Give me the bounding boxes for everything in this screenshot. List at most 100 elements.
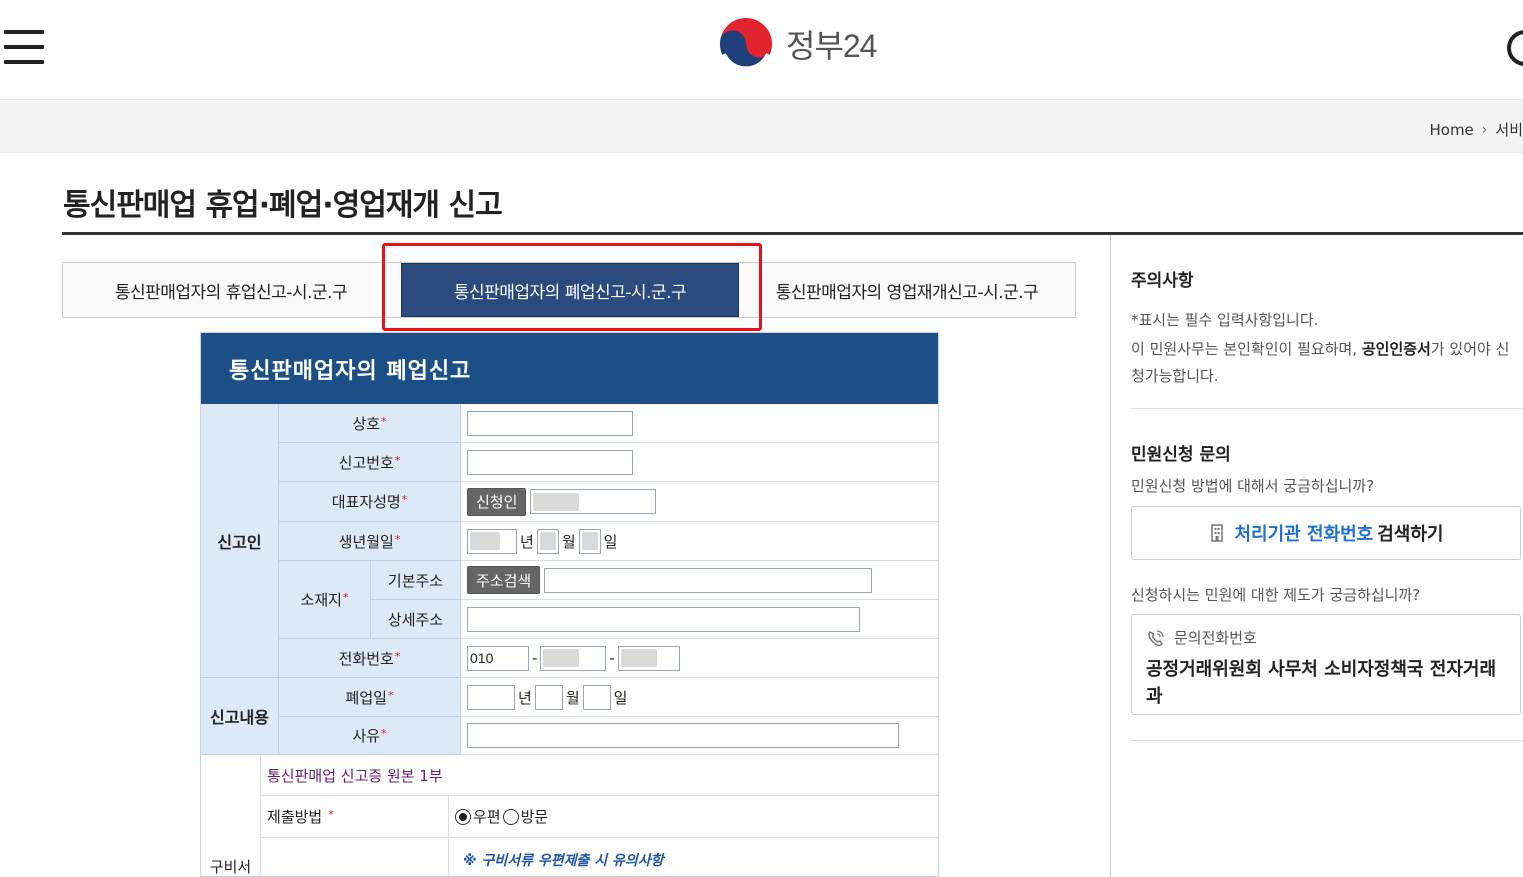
tab-resumption[interactable]: 통신판매업자의 영업재개신고-시.군.구 — [739, 263, 1075, 317]
report-number-input[interactable] — [467, 449, 633, 475]
agency-phone-search-button[interactable]: 처리기관 전화번호 검색하기 — [1131, 506, 1521, 560]
site-logo[interactable]: 정부24 — [716, 14, 877, 74]
cert-highlight: 공인인증서 — [1361, 340, 1431, 358]
masked-value — [470, 532, 500, 550]
breadcrumb-bar: Home › 서비 — [0, 101, 1523, 153]
label-birth: 생년월일 * — [279, 522, 461, 561]
applicant-button[interactable]: 신청인 — [467, 487, 527, 516]
menu-icon[interactable] — [4, 30, 44, 66]
phone-separator: - — [609, 649, 615, 667]
field-reason — [461, 717, 938, 755]
field-phone: 010 - - — [461, 639, 938, 678]
page-title: 통신판매업 휴업·폐업·영업재개 신고 — [63, 188, 503, 223]
sidebar-divider — [1110, 235, 1111, 877]
contact-label-row: 문의전화번호 — [1146, 627, 1506, 648]
contact-box: 문의전화번호 공정거래위원회 사무처 소비자정책국 전자거래과 — [1131, 614, 1521, 715]
birth-year-input[interactable] — [467, 528, 517, 554]
closure-form: 통신판매업자의 폐업신고 신고인 신고내용 구비서 상호 * 신고번호 * 대표자성… — [200, 332, 939, 877]
required-mark: * — [381, 414, 387, 428]
breadcrumb-home[interactable]: Home — [1429, 121, 1473, 139]
label-text: 생년월일 — [338, 532, 394, 551]
radio-post[interactable] — [455, 808, 471, 825]
tab-suspension[interactable]: 통신판매업자의 휴업신고-시.군.구 — [63, 263, 399, 317]
contact-label: 문의전화번호 — [1174, 629, 1257, 647]
sidebar-rule — [1131, 408, 1523, 409]
basic-address-input[interactable] — [544, 567, 873, 593]
reason-input[interactable] — [467, 723, 899, 748]
trade-name-input[interactable] — [467, 410, 633, 436]
label-text: 사유 — [352, 727, 381, 745]
label-phone: 전화번호 * — [279, 639, 461, 678]
chevron-right-icon: › — [1481, 121, 1488, 138]
system-question: 신청하시는 민원에 대한 제도가 궁금하십니까? — [1131, 586, 1421, 604]
unit-month: 월 — [561, 532, 576, 551]
search-icon[interactable] — [1507, 30, 1523, 66]
option-post-label: 우편 — [473, 808, 501, 826]
form-heading: 통신판매업자의 폐업신고 — [201, 333, 938, 404]
field-detail-address — [461, 600, 938, 639]
masked-value — [543, 649, 580, 667]
unit-year: 년 — [518, 688, 532, 707]
inquiry-section: 민원신청 문의 민원신청 방법에 대해서 궁금하십니까? — [1131, 440, 1523, 500]
required-mark: * — [401, 493, 408, 506]
radio-visit[interactable] — [502, 808, 519, 825]
label-text: 제출방법 — [267, 808, 323, 826]
group-reporter-label: 신고인 — [217, 532, 262, 552]
label-basic-address: 기본주소 — [371, 561, 461, 600]
notice-title: ※ 구비서류 우편제출 시 유의사항 — [463, 853, 664, 869]
phone-last-input[interactable] — [617, 645, 680, 671]
required-doc-row: 통신판매업 신고증 원본 1부 — [261, 755, 938, 796]
top-header: 정부24 — [0, 0, 1523, 100]
label-text: 기본주소 — [387, 571, 444, 590]
caution-section: 주의사항 *표시는 필수 입력사항입니다. 이 민원사무는 본인확인이 필요하며… — [1131, 266, 1523, 390]
address-search-button[interactable]: 주소검색 — [467, 566, 541, 594]
cert-a: 이 민원사무는 본인확인이 필요하며, — [1131, 340, 1362, 358]
required-mark: * — [328, 808, 334, 821]
close-year-input[interactable] — [467, 684, 515, 710]
masked-value — [539, 532, 556, 550]
label-text: 전화번호 — [338, 649, 394, 668]
required-mark: * — [387, 688, 394, 702]
birth-month-input[interactable] — [536, 528, 559, 554]
caution-cert-text: 이 민원사무는 본인확인이 필요하며, 공인인증서가 있어야 신청가능합니다. — [1131, 336, 1523, 390]
search-button-text: 검색하기 — [1377, 524, 1444, 545]
group-docs: 구비서 — [201, 755, 261, 876]
group-reporter: 신고인 — [201, 404, 279, 678]
label-text: 소재지 — [300, 591, 342, 609]
breadcrumb-service[interactable]: 서비 — [1495, 119, 1523, 140]
breadcrumb: Home › 서비 — [1429, 119, 1523, 140]
option-visit-label: 방문 — [520, 808, 549, 826]
phone-middle-input[interactable] — [540, 645, 607, 671]
doc-notice-label-cell — [261, 838, 449, 876]
required-mark: * — [342, 591, 349, 604]
label-trade-name: 상호 * — [279, 404, 461, 443]
taegeuk-logo-icon — [718, 16, 774, 72]
doc-notice-cell: ※ 구비서류 우편제출 시 유의사항 — [449, 838, 938, 876]
caution-required: *표시는 필수 입력사항입니다. — [1131, 311, 1319, 329]
rep-name-input[interactable] — [530, 489, 657, 514]
unit-day: 일 — [613, 688, 628, 707]
detail-address-input[interactable] — [467, 606, 860, 632]
label-location: 소재지 * — [279, 561, 371, 639]
close-day-input[interactable] — [582, 684, 611, 710]
phone-separator: - — [532, 649, 538, 667]
group-content-label: 신고내용 — [210, 708, 269, 727]
close-month-input[interactable] — [534, 684, 563, 710]
tab-closure[interactable]: 통신판매업자의 폐업신고-시.군.구 — [401, 263, 739, 317]
label-text: 폐업일 — [345, 688, 387, 707]
unit-year: 년 — [520, 532, 534, 551]
phone-prefix-input[interactable]: 010 — [467, 645, 529, 671]
caution-required-text: *표시는 필수 입력사항입니다. — [1131, 307, 1523, 334]
masked-value — [533, 492, 580, 511]
label-text: 대표자성명 — [331, 493, 401, 511]
inquiry-title: 민원신청 문의 — [1131, 445, 1231, 465]
label-text: 상호 — [352, 414, 381, 433]
logo-text: 정부24 — [786, 28, 877, 64]
label-detail-address: 상세주소 — [371, 600, 461, 639]
label-text: 상세주소 — [387, 610, 444, 629]
required-doc-text: 통신판매업 신고증 원본 1부 — [267, 766, 443, 785]
label-rep-name: 대표자성명 * — [279, 482, 461, 522]
birth-day-input[interactable] — [578, 528, 601, 554]
building-icon — [1210, 524, 1223, 542]
required-mark: * — [394, 532, 401, 546]
